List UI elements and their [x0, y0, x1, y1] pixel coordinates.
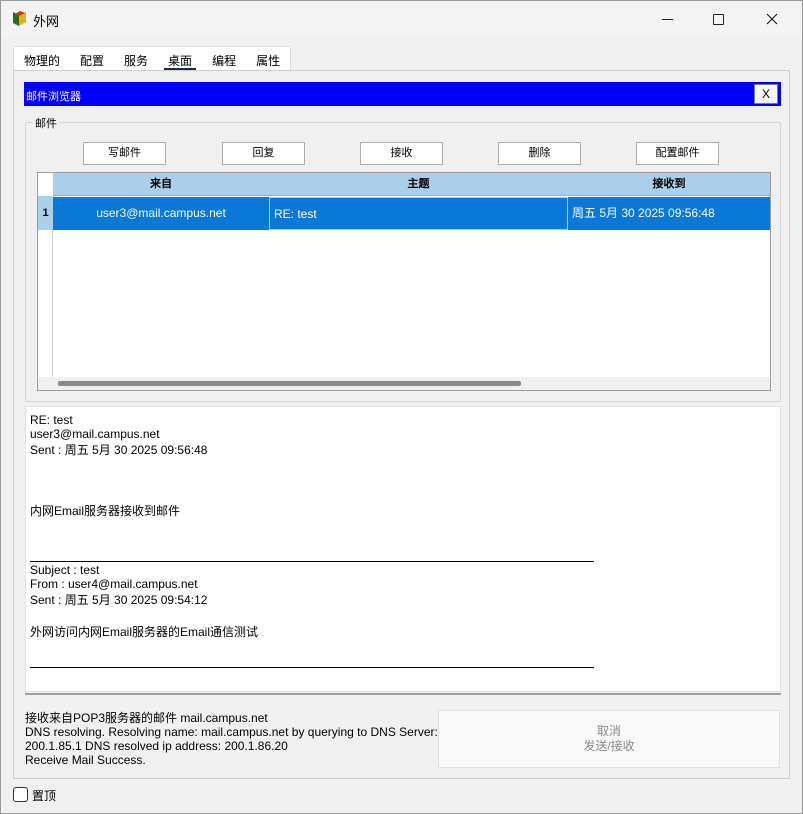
table-corner	[38, 173, 53, 196]
mail-browser-header: 邮件浏览器 X	[24, 82, 781, 106]
tab-programming[interactable]: 编程	[202, 47, 246, 71]
tab-bar: 物理的 配置 服务 桌面 编程 属性	[13, 46, 292, 71]
column-header-subject[interactable]: 主题	[269, 173, 568, 196]
tab-physical[interactable]: 物理的	[14, 47, 70, 71]
minimize-icon	[661, 18, 673, 20]
status-line: Receive Mail Success.	[25, 753, 146, 767]
column-header-received[interactable]: 接收到	[568, 173, 770, 196]
cell-subject: RE: test	[269, 197, 568, 230]
send-receive-label: 发送/接收	[583, 739, 635, 753]
status-line: DNS resolving. Resolving name: mail.camp…	[25, 725, 438, 739]
tab-services[interactable]: 服务	[114, 47, 158, 71]
quoted-sent: Sent : 周五 5月 30 2025 09:54:12	[30, 593, 208, 607]
title-bar[interactable]: 外网	[1, 1, 802, 37]
row-number[interactable]: 1	[38, 196, 53, 230]
always-on-top-checkbox[interactable]	[13, 787, 28, 802]
cancel-send-receive-button[interactable]: 取消 发送/接收	[438, 710, 780, 768]
tab-attributes[interactable]: 属性	[246, 47, 290, 71]
preview-divider	[30, 667, 594, 668]
message-preview[interactable]: RE: test user3@mail.campus.net Sent : 周五…	[25, 406, 781, 692]
mail-table: 来自 主题 接收到 1 user3@mail.campus.net RE: te…	[37, 172, 771, 391]
quoted-body: 外网访问内网Email服务器的Email通信测试	[30, 625, 259, 639]
window-title: 外网	[33, 14, 60, 29]
receive-button[interactable]: 接收	[360, 142, 443, 165]
mail-group-label: 邮件	[33, 115, 59, 131]
tab-desktop[interactable]: 桌面	[158, 47, 202, 71]
status-log: 接收来自POP3服务器的邮件 mail.campus.net DNS resol…	[25, 711, 445, 767]
cell-from: user3@mail.campus.net	[96, 206, 226, 220]
column-header-from[interactable]: 来自	[53, 173, 269, 196]
table-row[interactable]: user3@mail.campus.net RE: test 周五 5月 30 …	[53, 197, 770, 230]
preview-body: 内网Email服务器接收到邮件	[30, 504, 181, 518]
always-on-top-label: 置顶	[32, 789, 57, 803]
tab-config[interactable]: 配置	[70, 47, 114, 71]
maximize-button[interactable]	[695, 1, 741, 37]
app-window: 外网 物理的 配置 服务 桌面 编程 属性 邮件浏览器 X 邮件 写邮件 回复 …	[0, 0, 803, 814]
status-line: 200.1.85.1 DNS resolved ip address: 200.…	[25, 739, 288, 753]
close-icon	[766, 13, 778, 25]
preview-from: user3@mail.campus.net	[30, 427, 160, 441]
cell-received: 周五 5月 30 2025 09:56:48	[572, 206, 715, 220]
minimize-button[interactable]	[644, 1, 690, 37]
preview-divider	[30, 561, 594, 562]
preview-subject: RE: test	[30, 413, 73, 427]
compose-button[interactable]: 写邮件	[83, 142, 166, 165]
separator	[25, 693, 781, 695]
maximize-icon	[712, 13, 724, 25]
delete-button[interactable]: 删除	[498, 142, 581, 165]
desktop-panel: 邮件浏览器 X 邮件 写邮件 回复 接收 删除 配置邮件 来自 主题 接收到 1	[13, 70, 790, 779]
mail-group: 邮件 写邮件 回复 接收 删除 配置邮件 来自 主题 接收到 1 user3@m…	[25, 115, 781, 402]
status-line: 接收来自POP3服务器的邮件 mail.campus.net	[25, 711, 268, 725]
app-logo-icon	[13, 11, 26, 26]
horizontal-scrollbar[interactable]	[38, 377, 770, 390]
scrollbar-thumb[interactable]	[58, 381, 521, 386]
mail-browser-close-button[interactable]: X	[754, 84, 778, 104]
cancel-label: 取消	[596, 724, 621, 738]
quoted-subject: Subject : test	[30, 563, 100, 577]
close-window-button[interactable]	[749, 1, 795, 37]
mail-browser-title: 邮件浏览器	[26, 91, 81, 103]
preview-sent: Sent : 周五 5月 30 2025 09:56:48	[30, 443, 208, 457]
quoted-from: From : user4@mail.campus.net	[30, 577, 198, 591]
table-header: 来自 主题 接收到	[53, 173, 770, 196]
row-number-column: 1	[38, 196, 53, 377]
configure-mail-button[interactable]: 配置邮件	[636, 142, 719, 165]
reply-button[interactable]: 回复	[222, 142, 305, 165]
